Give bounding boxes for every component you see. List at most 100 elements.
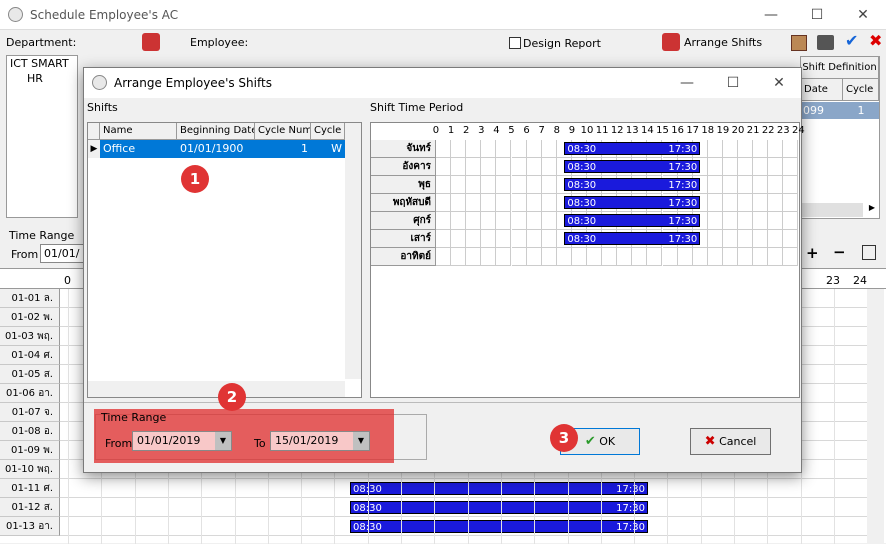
period-cell[interactable]: [571, 248, 587, 266]
period-shift-bar[interactable]: 08:30 17:30: [564, 142, 701, 155]
tree-item-ict-smart[interactable]: ICT SMART: [7, 56, 77, 71]
period-cell[interactable]: [738, 194, 754, 212]
period-cell[interactable]: [783, 248, 799, 266]
period-cell[interactable]: [783, 230, 799, 248]
period-cell[interactable]: [466, 176, 482, 194]
period-cell[interactable]: [526, 140, 542, 158]
period-cell[interactable]: [541, 176, 557, 194]
period-cell[interactable]: [526, 248, 542, 266]
period-cell[interactable]: [707, 176, 723, 194]
period-cell[interactable]: [451, 248, 467, 266]
beginning-date-header[interactable]: Beginning Date: [177, 123, 255, 140]
period-cell[interactable]: [647, 248, 663, 266]
period-cell[interactable]: [753, 212, 769, 230]
period-cell[interactable]: [496, 212, 512, 230]
period-cell[interactable]: [541, 194, 557, 212]
period-cell[interactable]: [556, 248, 572, 266]
period-cell[interactable]: [451, 176, 467, 194]
period-cell[interactable]: [753, 230, 769, 248]
period-cell[interactable]: [707, 140, 723, 158]
period-cell[interactable]: [481, 176, 497, 194]
period-shift-bar[interactable]: 08:30 17:30: [564, 214, 701, 227]
period-cell[interactable]: [496, 140, 512, 158]
maximize-button[interactable]: ☐: [794, 0, 840, 30]
v-scrollbar[interactable]: [867, 289, 884, 544]
period-cell[interactable]: [768, 212, 784, 230]
period-shift-bar[interactable]: 08:30 17:30: [564, 160, 701, 173]
period-cell[interactable]: [783, 176, 799, 194]
trash-icon[interactable]: [862, 245, 876, 260]
period-cell[interactable]: [692, 248, 708, 266]
period-cell[interactable]: [496, 158, 512, 176]
shift-begin-cell[interactable]: 01/01/1900: [177, 140, 255, 158]
period-cell[interactable]: [511, 230, 527, 248]
period-cell[interactable]: [451, 140, 467, 158]
period-cell[interactable]: [451, 194, 467, 212]
period-cell[interactable]: [707, 158, 723, 176]
to-date-combo[interactable]: 15/01/2019 ▼: [270, 431, 370, 451]
scroll-right-icon[interactable]: ▶: [865, 203, 879, 217]
period-cell[interactable]: [768, 248, 784, 266]
period-cell[interactable]: [722, 194, 738, 212]
shift-name-cell[interactable]: Office: [100, 140, 177, 158]
period-cell[interactable]: [738, 248, 754, 266]
period-cell[interactable]: [753, 158, 769, 176]
shift-cyclenum-cell[interactable]: 1: [255, 140, 311, 158]
period-cell[interactable]: [677, 248, 693, 266]
period-cell[interactable]: [783, 194, 799, 212]
period-cell[interactable]: [753, 176, 769, 194]
period-cell[interactable]: [768, 194, 784, 212]
period-cell[interactable]: [481, 230, 497, 248]
period-cell[interactable]: [481, 212, 497, 230]
check-icon[interactable]: ✔: [845, 31, 858, 50]
period-cell[interactable]: [436, 248, 452, 266]
zoom-out-icon[interactable]: −: [833, 243, 846, 261]
period-cell[interactable]: [496, 176, 512, 194]
period-cell[interactable]: [466, 248, 482, 266]
name-header[interactable]: Name: [100, 123, 177, 140]
department-tree[interactable]: ICT SMART HR: [6, 55, 78, 218]
design-report-checkbox[interactable]: [509, 37, 521, 49]
period-cell[interactable]: [602, 248, 618, 266]
period-cell[interactable]: [722, 140, 738, 158]
period-cell[interactable]: [707, 230, 723, 248]
period-cell[interactable]: [481, 140, 497, 158]
period-cell[interactable]: [783, 158, 799, 176]
period-cell[interactable]: [451, 230, 467, 248]
period-cell[interactable]: [738, 212, 754, 230]
period-cell[interactable]: [722, 248, 738, 266]
tree-item-hr[interactable]: HR: [7, 71, 77, 86]
period-cell[interactable]: [722, 212, 738, 230]
calendar-icon[interactable]: [791, 35, 807, 51]
period-cell[interactable]: [436, 158, 452, 176]
close-button[interactable]: ✕: [840, 0, 886, 30]
period-cell[interactable]: [511, 248, 527, 266]
period-cell[interactable]: [526, 158, 542, 176]
period-cell[interactable]: [481, 158, 497, 176]
cycle-header[interactable]: Cycle: [311, 123, 345, 140]
dialog-close-button[interactable]: ✕: [756, 68, 802, 98]
period-cell[interactable]: [451, 158, 467, 176]
period-shift-bar[interactable]: 08:30 17:30: [564, 232, 701, 245]
period-cell[interactable]: [526, 212, 542, 230]
cancel-icon[interactable]: ✖: [869, 31, 882, 50]
period-cell[interactable]: [768, 176, 784, 194]
person-icon[interactable]: [142, 33, 160, 51]
period-cell[interactable]: [738, 140, 754, 158]
to-dropdown-icon[interactable]: ▼: [353, 432, 369, 450]
period-cell[interactable]: [496, 230, 512, 248]
period-cell[interactable]: [541, 212, 557, 230]
period-cell[interactable]: [511, 194, 527, 212]
dialog-minimize-button[interactable]: —: [664, 68, 710, 98]
period-cell[interactable]: [436, 194, 452, 212]
period-cell[interactable]: [753, 248, 769, 266]
shifts-v-scrollbar[interactable]: [345, 123, 361, 379]
period-cell[interactable]: [768, 158, 784, 176]
cell-date[interactable]: 099: [801, 102, 843, 119]
dialog-maximize-button[interactable]: ☐: [710, 68, 756, 98]
period-cell[interactable]: [526, 194, 542, 212]
period-cell[interactable]: [768, 140, 784, 158]
h-scrollbar[interactable]: [801, 203, 863, 217]
printer-icon[interactable]: [817, 35, 834, 50]
period-cell[interactable]: [466, 194, 482, 212]
